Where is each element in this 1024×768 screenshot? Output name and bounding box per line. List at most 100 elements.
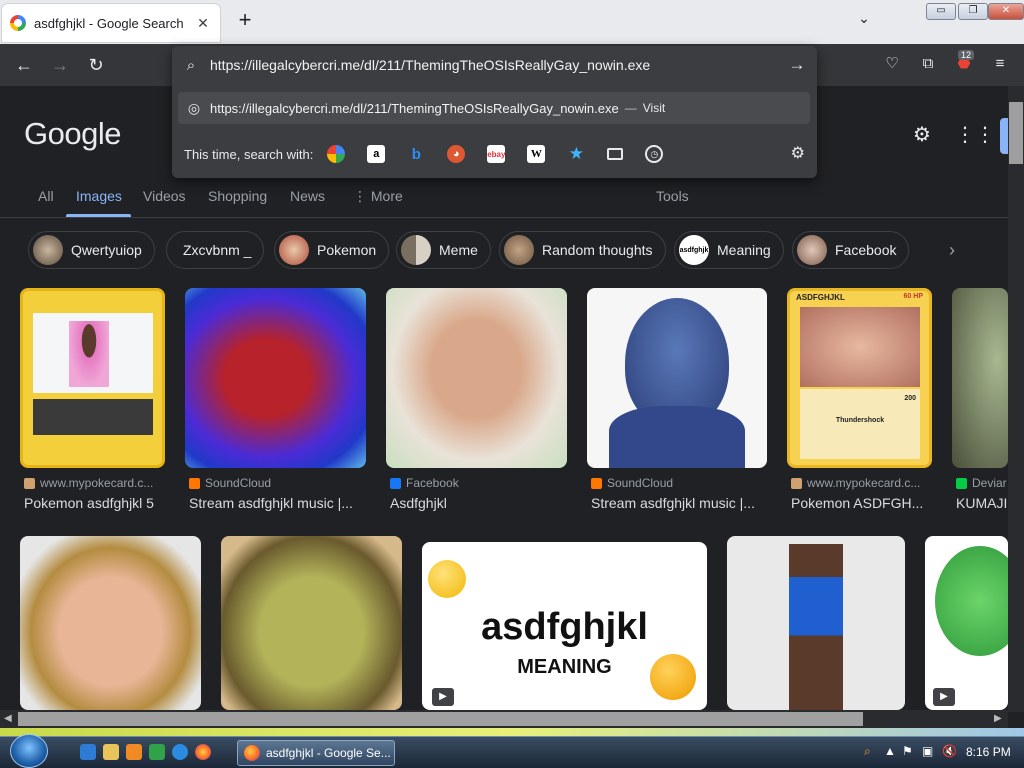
result-image-red-blue-face[interactable] [185,288,366,468]
blue-body [609,406,745,468]
google-engine-icon[interactable] [327,145,346,163]
go-arrow-icon[interactable]: → [777,55,817,75]
search-settings-gear-icon[interactable]: ⚙ [791,143,805,163]
source-name: www.mypokecard.c... [807,476,921,490]
soundcloud-icon [591,477,602,489]
result-image-plant[interactable]: ▶ [925,536,1008,710]
flag-tray-icon[interactable]: ⚑ [902,744,913,758]
back-arrow-icon[interactable]: ← [11,52,37,78]
tab-news[interactable]: News [290,188,325,204]
horizontal-scroll-thumb[interactable] [18,712,863,726]
chip-qwertyuiop[interactable]: Qwertyuiop [28,231,155,269]
ebay-engine-icon[interactable]: ebay [487,145,505,163]
chip-facebook[interactable]: Facebook [792,231,910,269]
chip-meme[interactable]: Meme [396,231,491,269]
tray-chevron-icon[interactable]: ▲ [884,744,896,758]
result-source[interactable]: www.mypokecard.c... [24,476,166,490]
extensions-icon[interactable]: ⧉ [916,52,940,76]
result-image-person[interactable] [727,536,905,710]
tab-strip: asdfghjkl - Google Search ✕ + ⌄ ▭ ❐ ✕ [0,0,1024,44]
taskbar-clock[interactable]: 8:16 PM [966,745,1011,759]
result-image-green-figure[interactable] [221,536,402,710]
result-image-child-face[interactable] [386,288,567,468]
taskbar-window-button[interactable]: asdfghjkl - Google Se... [237,740,395,766]
tab-tools[interactable]: Tools [656,188,689,204]
reload-icon[interactable]: ↻ [83,52,109,78]
scroll-left-arrow-icon[interactable]: ◀ [4,713,12,724]
tab-images[interactable]: Images [76,188,122,204]
tab-more[interactable]: ⋮ More [353,188,403,205]
scroll-right-arrow-icon[interactable]: ▶ [994,713,1002,724]
apps-grid-icon[interactable]: ⋮⋮ [955,122,995,148]
chip-pokemon[interactable]: Pokemon [274,231,390,269]
bookmarks-star-icon[interactable]: ★ [567,144,585,163]
wikipedia-engine-icon[interactable]: W [527,145,546,163]
chip-random-thoughts[interactable]: Random thoughts [499,231,666,269]
media-player-icon[interactable] [126,744,142,760]
result-source[interactable]: Facebook [390,476,566,490]
tabs-icon[interactable] [607,148,624,160]
volume-muted-icon[interactable]: 🔇 [942,744,957,758]
result-caption[interactable]: Pokemon asdfghjkl 5 [24,495,166,511]
google-logo[interactable]: Google [24,116,121,152]
explorer-folder-icon[interactable] [103,744,119,760]
search-icon: ⌕ [186,56,196,74]
result-caption[interactable]: Stream asdfghjkl music |... [189,495,365,511]
start-button[interactable] [10,734,48,768]
show-desktop-icon[interactable] [80,744,96,760]
search-tray-icon[interactable]: ⌕ [864,744,871,759]
list-all-tabs-chevron-icon[interactable]: ⌄ [852,10,876,34]
vertical-scrollbar[interactable] [1008,86,1024,712]
chip-zxcvbnm[interactable]: Zxcvbnm _ [166,231,265,269]
amazon-engine-icon[interactable]: a [367,145,386,163]
pocket-icon[interactable]: ♡ [880,52,904,76]
restore-button[interactable]: ❐ [958,3,988,20]
result-image-pokecard-2[interactable]: ASDFGHJKL 60 HP 200 Thundershock [787,288,932,468]
tab-videos[interactable]: Videos [143,188,186,204]
pokecard-name: ASDFGHJKL [796,293,845,302]
result-image-blue-figure[interactable] [587,288,767,468]
result-caption[interactable]: Asdfghjkl [390,495,566,511]
pokecard-body: 200 Thundershock [800,389,920,459]
firefox-icon[interactable] [195,744,211,760]
chip-meaning[interactable]: asdfghjk Meaning [674,231,784,269]
settings-gear-icon[interactable]: ⚙ [909,122,935,148]
result-caption[interactable]: Stream asdfghjkl music |... [591,495,767,511]
close-tab-icon[interactable]: ✕ [194,15,212,32]
result-image-surprised-kid[interactable] [20,536,201,710]
media-center-icon[interactable] [149,744,165,760]
close-window-button[interactable]: ✕ [988,3,1024,20]
chips-next-chevron-icon[interactable]: › [940,240,964,264]
forward-arrow-icon[interactable]: → [47,52,73,78]
minimize-button[interactable]: ▭ [926,3,956,20]
result-image-pokecard[interactable] [20,288,165,468]
vertical-scroll-thumb[interactable] [1009,102,1023,164]
result-caption[interactable]: KUMAJII [956,495,1008,511]
result-image-partial[interactable] [952,288,1008,468]
menu-hamburger-icon[interactable]: ≡ [988,52,1012,76]
duckduckgo-engine-icon[interactable]: ◕ [447,145,466,163]
chip-avatar [401,235,431,265]
tab-all[interactable]: All [38,188,54,204]
result-source[interactable]: www.mypokecard.c... [791,476,931,490]
facebook-icon [390,477,401,489]
address-bar[interactable]: ⌕ https://illegalcybercri.me/dl/211/Them… [172,46,817,84]
tab-title: asdfghjkl - Google Search [34,15,184,31]
result-image-meaning-card[interactable]: asdfghjkl MEANING ▶ [422,542,707,710]
url-input[interactable]: https://illegalcybercri.me/dl/211/Themin… [210,57,777,73]
url-dropdown: ⌕ https://illegalcybercri.me/dl/211/Them… [172,46,817,178]
suggestion-separator: — [624,101,637,115]
internet-explorer-icon[interactable] [172,744,188,760]
network-tray-icon[interactable]: ▣ [922,744,933,758]
bing-engine-icon[interactable]: b [407,145,425,163]
browser-tab[interactable]: asdfghjkl - Google Search ✕ [2,4,220,42]
new-tab-button[interactable]: + [232,8,258,34]
result-source[interactable]: SoundCloud [189,476,365,490]
result-caption[interactable]: Pokemon ASDFGH... [791,495,931,511]
result-source[interactable]: SoundCloud [591,476,767,490]
url-suggestion[interactable]: ◎ https://illegalcybercri.me/dl/211/Them… [178,92,810,124]
tab-shopping[interactable]: Shopping [208,188,267,204]
extensions-badge: 12 [958,50,975,60]
history-clock-icon[interactable]: ◷ [645,145,664,163]
result-source[interactable]: Deviar [956,476,1008,490]
